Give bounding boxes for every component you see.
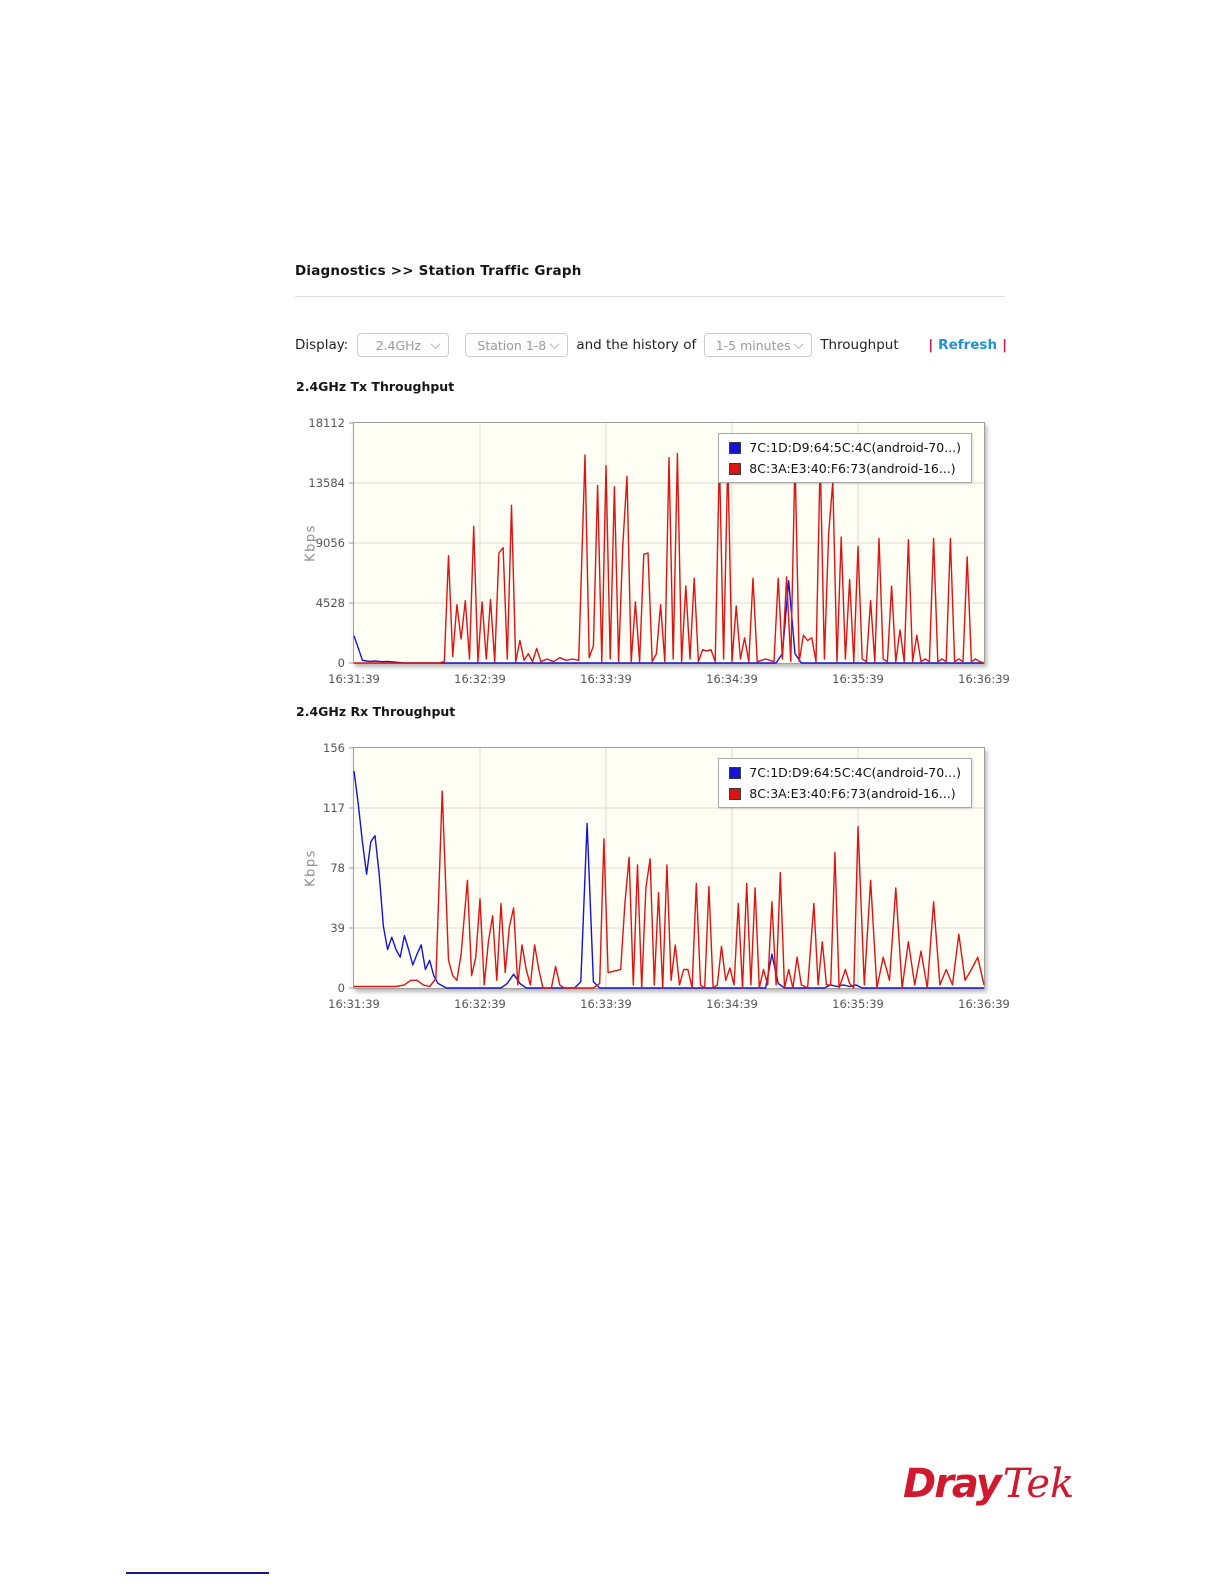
- y-tick-label: 78: [330, 861, 345, 875]
- draytek-logo: DrayTek: [903, 1460, 1074, 1508]
- controls-bar: Display: 2.4GHz Station 1-8 and the hist…: [295, 331, 1007, 359]
- x-tick-label: 16:34:39: [706, 997, 758, 1011]
- chevron-down-icon: [793, 338, 804, 349]
- chevron-down-icon: [430, 338, 441, 349]
- history-select-value: 1-5 minutes: [715, 337, 791, 353]
- x-tick-label: 16:31:39: [328, 672, 380, 686]
- chart-legend: 7C:1D:D9:64:5C:4C(android-70...) 8C:3A:E3…: [718, 433, 972, 483]
- chart-legend: 7C:1D:D9:64:5C:4C(android-70...) 8C:3A:E3…: [718, 758, 972, 808]
- tx-throughput-chart: 0 4528 9056 13584 18112 16:31:39 16:32:39 16:33…: [303, 416, 1009, 686]
- rx-chart-heading: 2.4GHz Rx Throughput: [296, 704, 456, 719]
- station-select-value: Station 1-8: [477, 337, 547, 353]
- legend-swatch-icon: [729, 787, 742, 800]
- legend-label: 7C:1D:D9:64:5C:4C(android-70...): [749, 765, 961, 780]
- pipe-left: |: [928, 337, 934, 353]
- x-tick-label: 16:33:39: [580, 672, 632, 686]
- legend-label: 7C:1D:D9:64:5C:4C(android-70...): [749, 440, 961, 455]
- x-tick-label: 16:35:39: [832, 672, 884, 686]
- x-tick-label: 16:33:39: [580, 997, 632, 1011]
- y-tick-label: 156: [323, 741, 345, 755]
- refresh-area: | Refresh |: [928, 337, 1007, 353]
- legend-entry: 7C:1D:D9:64:5C:4C(android-70...): [729, 440, 961, 455]
- y-tick-label: 9056: [315, 536, 345, 550]
- page-title: Diagnostics >> Station Traffic Graph: [295, 263, 582, 279]
- pipe-right: |: [1002, 337, 1007, 353]
- logo-dray-text: Dray: [903, 1461, 1002, 1507]
- display-label: Display:: [295, 337, 349, 353]
- throughput-label: Throughput: [820, 337, 899, 353]
- tx-chart-heading: 2.4GHz Tx Throughput: [296, 379, 455, 394]
- x-tick-label: 16:35:39: [832, 997, 884, 1011]
- legend-entry: 8C:3A:E3:40:F6:73(android-16...): [729, 786, 961, 801]
- y-tick-label: 18112: [308, 416, 345, 430]
- x-tick-label: 16:34:39: [706, 672, 758, 686]
- x-tick-label: 16:32:39: [454, 997, 506, 1011]
- legend-swatch-icon: [729, 441, 742, 454]
- y-tick-label: 13584: [308, 476, 345, 490]
- x-tick-label: 16:31:39: [328, 997, 380, 1011]
- history-select[interactable]: 1-5 minutes: [704, 333, 813, 357]
- x-tick-label: 16:32:39: [454, 672, 506, 686]
- history-label: and the history of: [576, 337, 697, 353]
- band-select[interactable]: 2.4GHz: [357, 333, 450, 357]
- footer-blue-line: [126, 1572, 269, 1574]
- legend-entry: 8C:3A:E3:40:F6:73(android-16...): [729, 461, 961, 476]
- legend-entry: 7C:1D:D9:64:5C:4C(android-70...): [729, 765, 961, 780]
- chevron-down-icon: [549, 338, 560, 349]
- y-axis-title: Kbps: [303, 849, 319, 887]
- y-tick-label: 39: [330, 921, 345, 935]
- y-tick-label: 4528: [315, 596, 345, 610]
- station-select[interactable]: Station 1-8: [465, 333, 569, 357]
- logo-tek-text: Tek: [1002, 1461, 1075, 1507]
- y-tick-label: 117: [323, 801, 345, 815]
- title-divider: [295, 296, 1005, 297]
- legend-swatch-icon: [729, 462, 742, 475]
- rx-throughput-chart: 0 39 78 117 156 16:31:39 16:32:39 16:33:39 16:34…: [303, 741, 1009, 1011]
- legend-swatch-icon: [729, 766, 742, 779]
- x-tick-label: 16:36:39: [958, 997, 1010, 1011]
- y-tick-label: 0: [337, 981, 345, 995]
- band-select-value: 2.4GHz: [375, 337, 422, 353]
- y-tick-label: 0: [337, 656, 345, 670]
- refresh-link[interactable]: Refresh: [938, 337, 997, 353]
- legend-label: 8C:3A:E3:40:F6:73(android-16...): [749, 461, 956, 476]
- legend-label: 8C:3A:E3:40:F6:73(android-16...): [749, 786, 956, 801]
- y-axis-title: Kbps: [303, 524, 319, 562]
- x-tick-label: 16:36:39: [958, 672, 1010, 686]
